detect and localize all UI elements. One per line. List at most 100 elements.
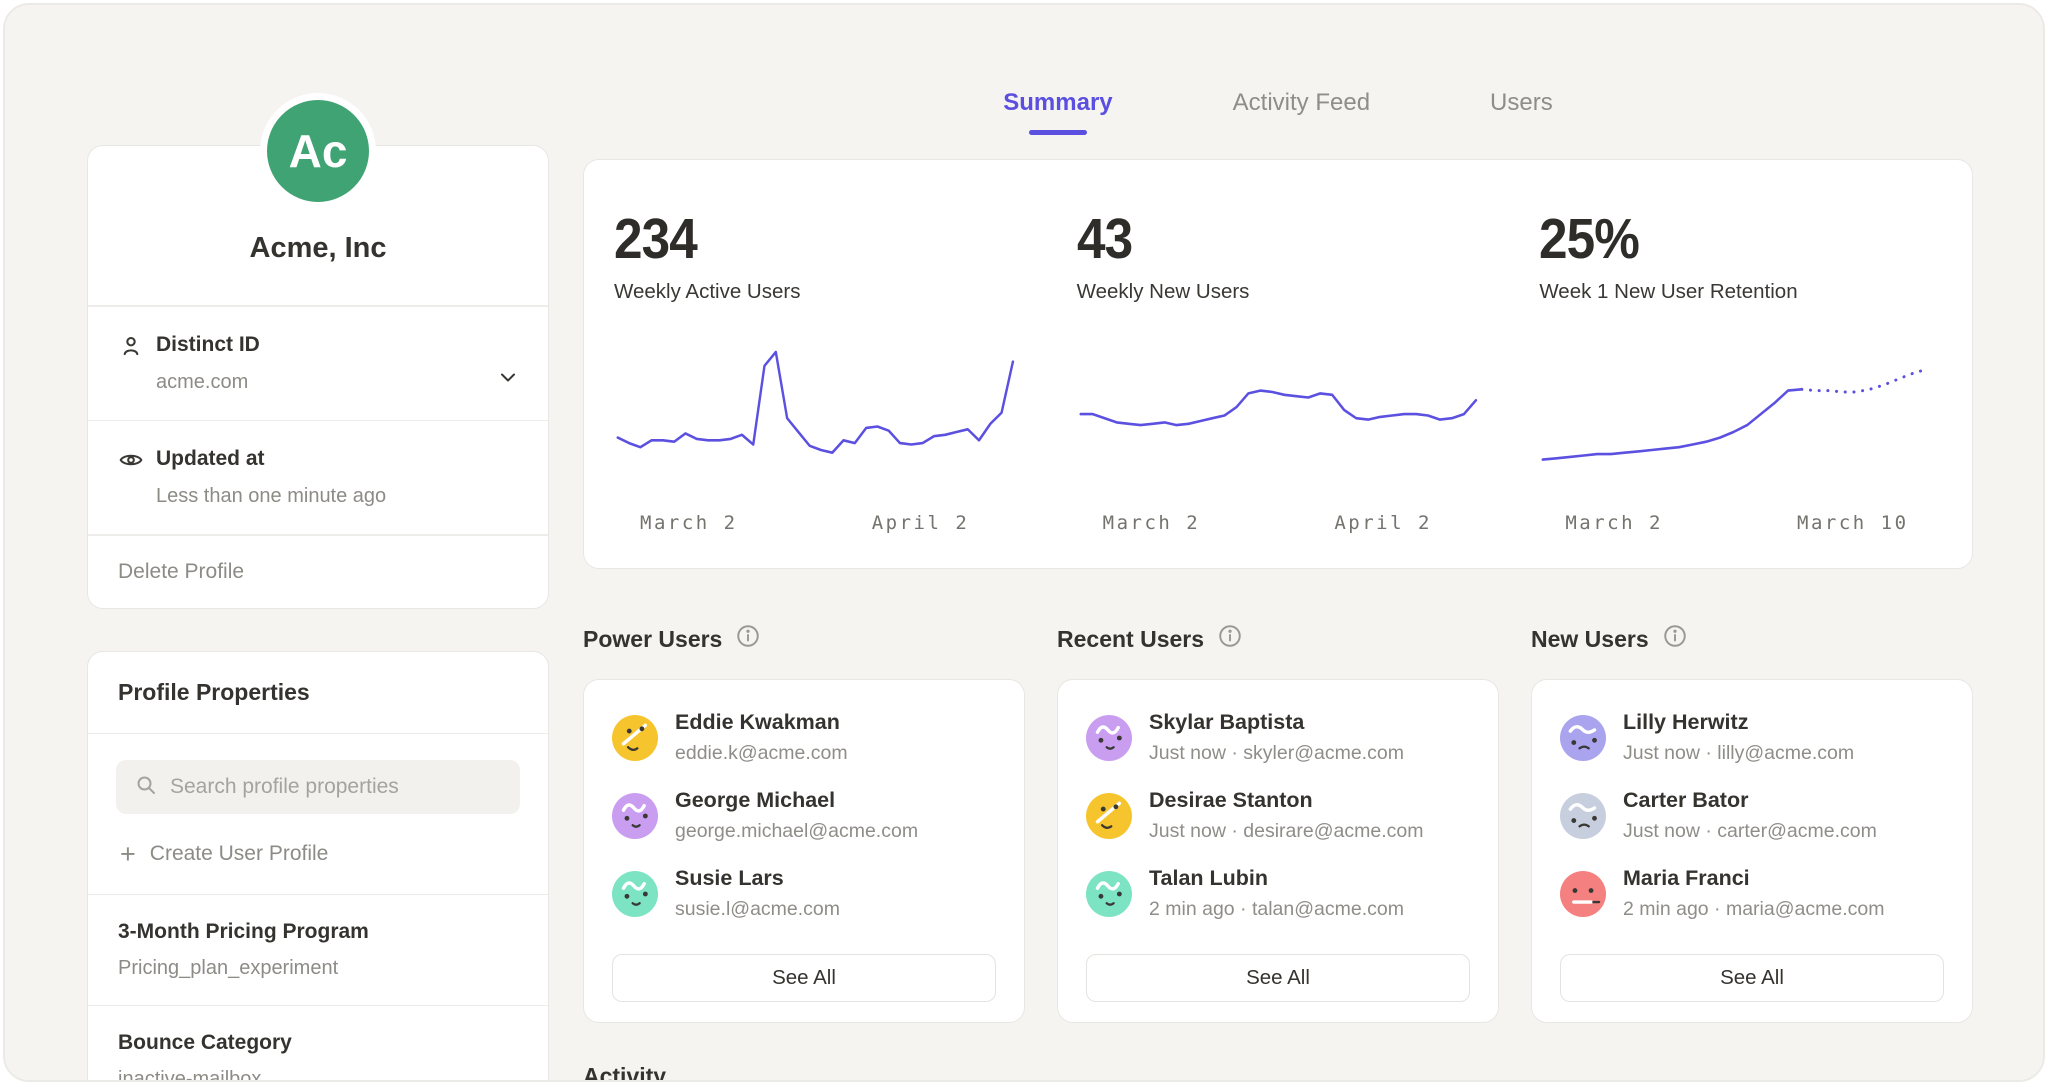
see-all-button[interactable]: See All (1086, 954, 1470, 1002)
tab-bar: Summary Activity Feed Users (583, 89, 1973, 159)
profile-properties-list: 3-Month Pricing Program Pricing_plan_exp… (88, 894, 548, 1082)
sparkline-chart (1539, 346, 1942, 496)
see-all-button[interactable]: See All (1560, 954, 1944, 1002)
tab-users[interactable]: Users (1490, 89, 1553, 159)
main-content: Summary Activity Feed Users 234 Weekly A… (583, 89, 1973, 1082)
user-list-item[interactable]: Carter Bator Just now · carter@acme.com (1560, 788, 1944, 843)
user-sections-grid: Power Users Eddie Kwakman eddie.k@acme.c… (583, 623, 1973, 1023)
info-icon[interactable] (1662, 623, 1688, 655)
company-avatar-initials: Ac (289, 124, 348, 178)
user-list-item[interactable]: Desirae Stanton Just now · desirare@acme… (1086, 788, 1470, 843)
tab-summary[interactable]: Summary (1003, 89, 1112, 159)
user-avatar (1086, 871, 1132, 917)
user-section: Power Users Eddie Kwakman eddie.k@acme.c… (583, 623, 1025, 1023)
user-avatar (612, 715, 658, 761)
summary-stat-column: 43 Weekly New Users March 2 April 2 (1047, 206, 1510, 538)
user-name: Desirae Stanton (1149, 788, 1423, 813)
app-frame: Ac Acme, Inc Distinct ID acme.com (3, 3, 2045, 1082)
user-avatar (1560, 715, 1606, 761)
info-icon[interactable] (735, 623, 761, 655)
user-name: Lilly Herwitz (1623, 710, 1854, 735)
user-name: George Michael (675, 788, 918, 813)
create-user-profile-button[interactable]: + Create User Profile (88, 820, 360, 894)
profile-property-row[interactable]: Bounce Category inactive-mailbox (88, 1005, 548, 1082)
user-list-item[interactable]: Maria Franci 2 min ago · maria@acme.com (1560, 866, 1944, 921)
user-text: Talan Lubin 2 min ago · talan@acme.com (1149, 866, 1404, 921)
user-list-item[interactable]: Talan Lubin 2 min ago · talan@acme.com (1086, 866, 1470, 921)
users-card: Lilly Herwitz Just now · lilly@acme.com … (1531, 679, 1973, 1023)
x-axis-label-right: April 2 (872, 512, 970, 534)
profile-properties-card: Profile Properties + Create User Profile… (87, 651, 549, 1083)
user-subtitle: 2 min ago · maria@acme.com (1623, 898, 1884, 921)
user-section-header: Power Users (583, 623, 1025, 655)
create-user-profile-label: Create User Profile (150, 842, 329, 866)
tab-summary-label: Summary (1003, 89, 1112, 117)
summary-card: 234 Weekly Active Users March 2 April 2 … (583, 159, 1973, 569)
stat-value: 234 (614, 206, 697, 272)
company-avatar: Ac (260, 93, 376, 209)
user-subtitle: Just now · carter@acme.com (1623, 820, 1877, 843)
info-icon[interactable] (1217, 623, 1243, 655)
tab-activity-feed[interactable]: Activity Feed (1233, 89, 1370, 159)
user-avatar (1560, 871, 1606, 917)
active-tab-underline (1029, 130, 1087, 135)
user-text: Maria Franci 2 min ago · maria@acme.com (1623, 866, 1884, 921)
eye-icon (118, 447, 156, 478)
users-list: Eddie Kwakman eddie.k@acme.com George Mi… (612, 710, 996, 944)
stat-value: 25% (1539, 206, 1639, 272)
profile-properties-title: Profile Properties (88, 652, 548, 733)
profile-sidebar: Ac Acme, Inc Distinct ID acme.com (87, 93, 549, 1082)
see-all-button[interactable]: See All (612, 954, 996, 1002)
delete-profile-button[interactable]: Delete Profile (88, 536, 548, 608)
user-list-item[interactable]: Susie Lars susie.l@acme.com (612, 866, 996, 921)
user-section-header: New Users (1531, 623, 1973, 655)
x-axis-label-left: March 2 (1103, 512, 1201, 534)
user-text: Eddie Kwakman eddie.k@acme.com (675, 710, 848, 765)
property-value: Pricing_plan_experiment (118, 957, 518, 980)
user-text: Lilly Herwitz Just now · lilly@acme.com (1623, 710, 1854, 765)
updated-at-value: Less than one minute ago (156, 485, 386, 508)
user-text: Carter Bator Just now · carter@acme.com (1623, 788, 1877, 843)
user-section-title: Recent Users (1057, 626, 1204, 653)
user-name: Susie Lars (675, 866, 840, 891)
search-profile-properties-input[interactable] (170, 775, 502, 799)
user-list-item[interactable]: Lilly Herwitz Just now · lilly@acme.com (1560, 710, 1944, 765)
user-text: Susie Lars susie.l@acme.com (675, 866, 840, 921)
user-section: New Users Lilly Herwitz Just now · lilly… (1531, 623, 1973, 1023)
user-section: Recent Users Skylar Baptista Just now · … (1057, 623, 1499, 1023)
user-text: Skylar Baptista Just now · skyler@acme.c… (1149, 710, 1404, 765)
search-icon (134, 773, 158, 802)
stat-value: 43 (1077, 206, 1132, 272)
divider (88, 733, 548, 735)
x-axis-label-left: March 2 (1565, 512, 1663, 534)
user-avatar (1086, 793, 1132, 839)
user-section-title: New Users (1531, 626, 1649, 653)
search-profile-properties-box (116, 760, 520, 814)
x-axis-label-left: March 2 (640, 512, 738, 534)
profile-property-row[interactable]: 3-Month Pricing Program Pricing_plan_exp… (88, 894, 548, 1005)
summary-stats-grid: 234 Weekly Active Users March 2 April 2 … (584, 206, 1972, 538)
stat-label: Weekly New Users (1077, 280, 1480, 304)
user-name: Maria Franci (1623, 866, 1884, 891)
summary-stat-column: 25% Week 1 New User Retention March 2 Ma… (1509, 206, 1972, 538)
user-section-header: Recent Users (1057, 623, 1499, 655)
users-card: Eddie Kwakman eddie.k@acme.com George Mi… (583, 679, 1025, 1023)
person-icon (118, 333, 156, 364)
user-avatar (612, 793, 658, 839)
chevron-down-icon[interactable] (496, 365, 520, 394)
user-list-item[interactable]: Skylar Baptista Just now · skyler@acme.c… (1086, 710, 1470, 765)
x-axis-label-right: April 2 (1334, 512, 1432, 534)
tab-activity-feed-label: Activity Feed (1233, 89, 1370, 117)
distinct-id-label: Distinct ID (156, 333, 260, 357)
user-subtitle: george.michael@acme.com (675, 820, 918, 843)
property-name: Bounce Category (118, 1031, 518, 1055)
sparkline-chart (614, 346, 1017, 496)
user-text: Desirae Stanton Just now · desirare@acme… (1149, 788, 1423, 843)
user-section-title: Power Users (583, 626, 722, 653)
updated-at-row: Updated at Less than one minute ago (88, 421, 548, 534)
user-name: Eddie Kwakman (675, 710, 848, 735)
user-name: Talan Lubin (1149, 866, 1404, 891)
user-list-item[interactable]: Eddie Kwakman eddie.k@acme.com (612, 710, 996, 765)
profile-card: Acme, Inc Distinct ID acme.com (87, 145, 549, 609)
user-list-item[interactable]: George Michael george.michael@acme.com (612, 788, 996, 843)
